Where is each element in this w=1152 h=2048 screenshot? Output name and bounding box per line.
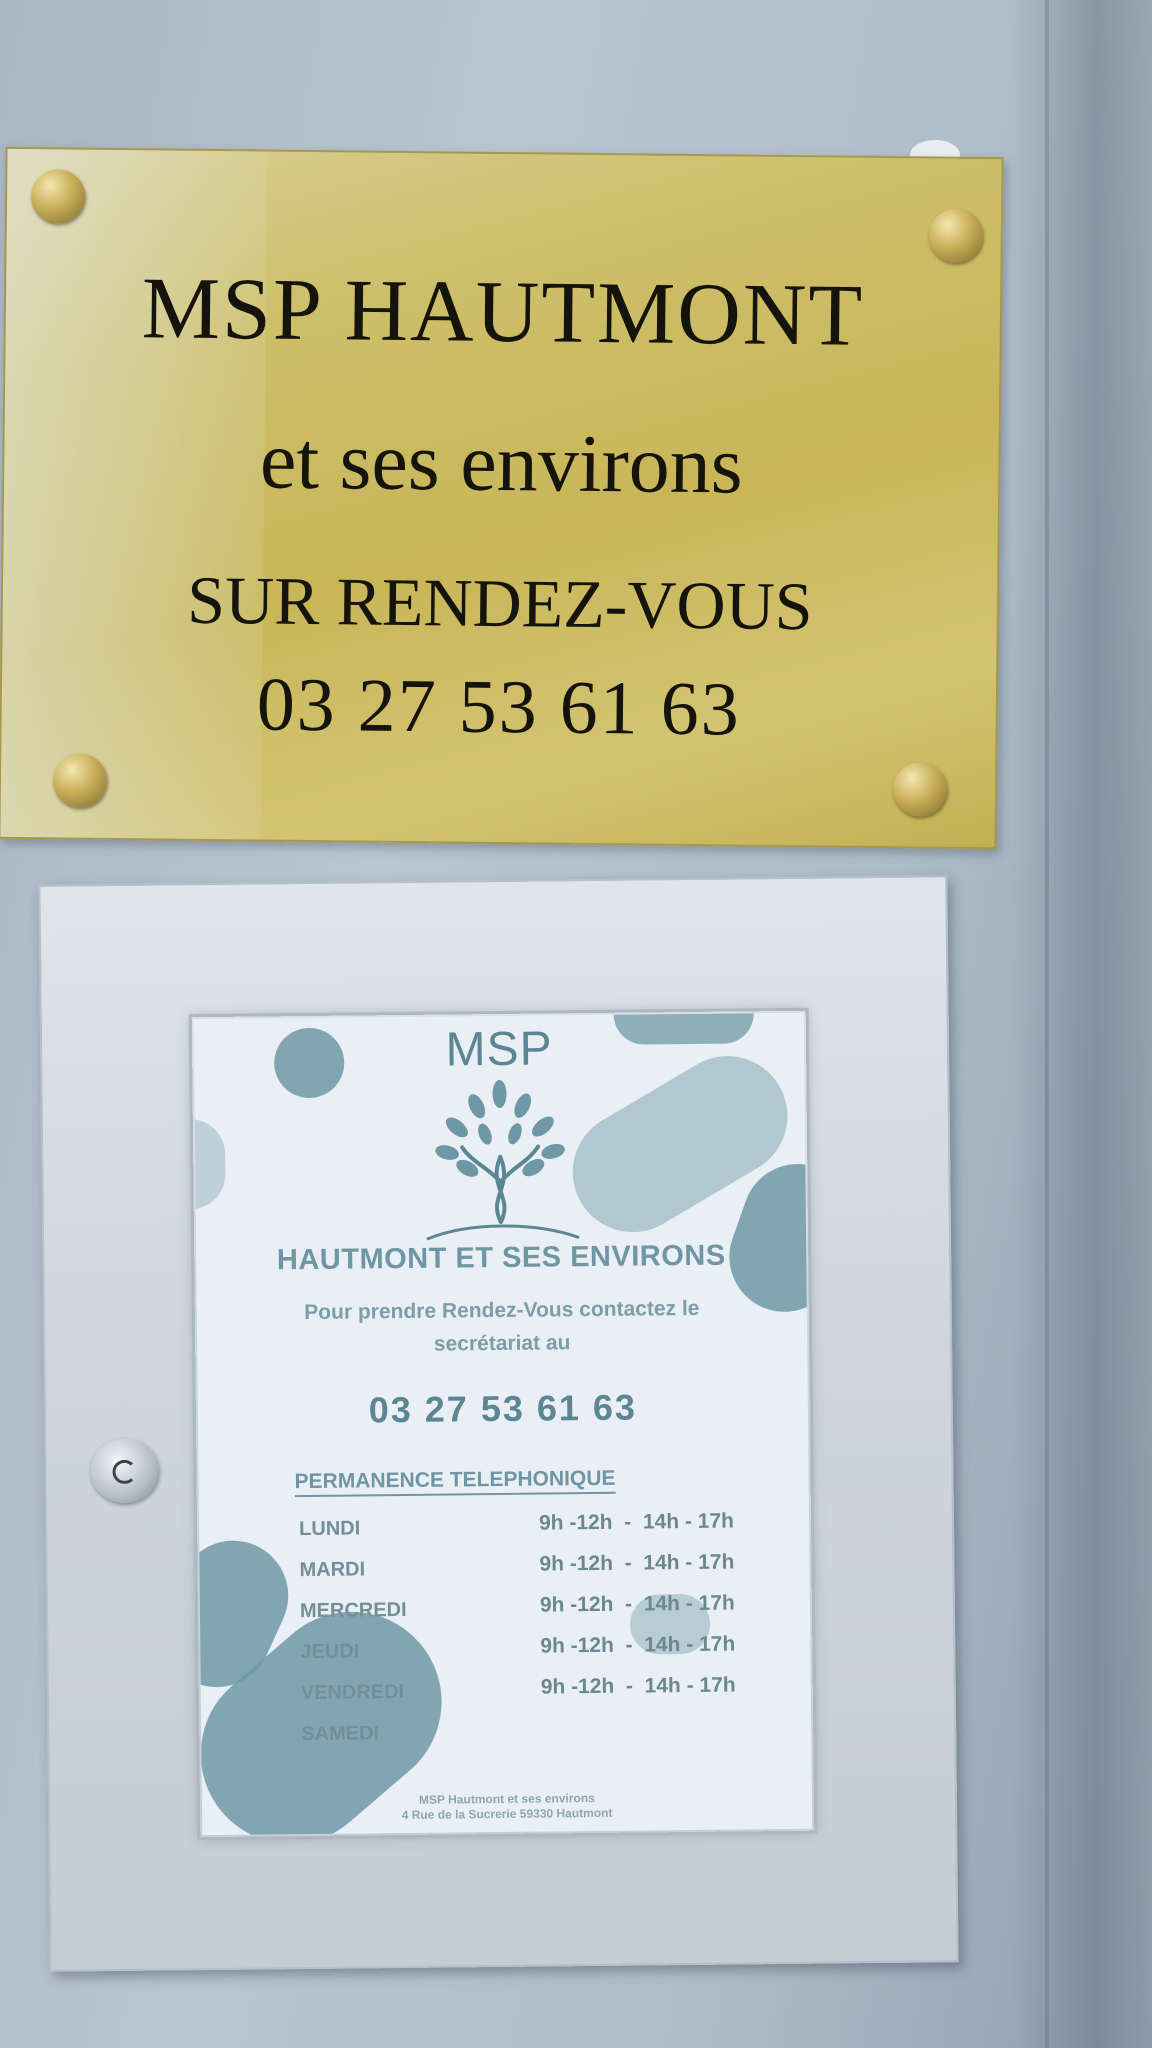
schedule-row: SAMEDI <box>301 1718 781 1764</box>
schedule-hours: 9h -12h - 14h - 17h <box>540 1673 736 1699</box>
poster-phone: 03 27 53 61 63 <box>368 1386 638 1431</box>
wall-corner <box>1045 0 1049 2048</box>
poster-brand: MSP <box>445 1022 553 1077</box>
schedule-hours: 9h -12h - 14h - 17h <box>540 1632 736 1658</box>
plaque-subtitle: et ses environs <box>259 414 744 511</box>
schedule-hours: 9h -12h - 14h - 17h <box>539 1550 735 1576</box>
poster-footer: MSP Hautmont et ses environs 4 Rue de la… <box>202 1789 812 1825</box>
plaque-appointment: SUR RENDEZ-VOUS <box>186 561 813 645</box>
plaque-title: MSP HAUTMONT <box>141 260 865 365</box>
poster-contact-text: Pour prendre Rendez-Vous contactez le se… <box>237 1291 768 1363</box>
poster: MSP HAUTMONT ET SES ENVIRONS Pour prendr… <box>193 1012 813 1836</box>
screw-icon <box>52 753 108 808</box>
schedule-table: LUNDI 9h -12h - 14h - 17h MARDI 9h -12h … <box>298 1509 782 1764</box>
schedule-row: VENDREDI 9h -12h - 14h - 17h <box>300 1673 781 1723</box>
schedule-hours: 9h -12h - 14h - 17h <box>538 1509 735 1535</box>
schedule-day: LUNDI <box>298 1517 361 1541</box>
contact-line: secrétariat au <box>433 1331 571 1356</box>
notice-frame: MSP HAUTMONT ET SES ENVIRONS Pour prendr… <box>38 875 959 1972</box>
brass-plaque: MSP HAUTMONT et ses environs SUR RENDEZ-… <box>0 146 1004 850</box>
tree-logo-icon <box>426 1079 580 1241</box>
schedule-day: MARDI <box>299 1558 366 1582</box>
screw-icon <box>892 762 948 817</box>
schedule-day: MERCREDI <box>299 1598 407 1623</box>
plaque-phone: 03 27 53 61 63 <box>256 662 742 752</box>
wall-shadow <box>1012 0 1152 2048</box>
poster-organization: HAUTMONT ET SES ENVIRONS <box>276 1239 726 1277</box>
schedule-day: VENDREDI <box>300 1681 405 1705</box>
schedule-hours: 9h -12h - 14h - 17h <box>539 1591 735 1617</box>
screw-icon <box>928 208 984 264</box>
screw-icon <box>30 169 86 224</box>
schedule-day: SAMEDI <box>301 1722 380 1746</box>
decor-pill <box>193 1118 226 1210</box>
contact-line: Pour prendre Rendez-Vous contactez le <box>304 1296 700 1325</box>
schedule-day: JEUDI <box>300 1640 360 1664</box>
lock-icon <box>90 1438 159 1504</box>
schedule-heading: PERMANENCE TELEPHONIQUE <box>294 1466 616 1498</box>
